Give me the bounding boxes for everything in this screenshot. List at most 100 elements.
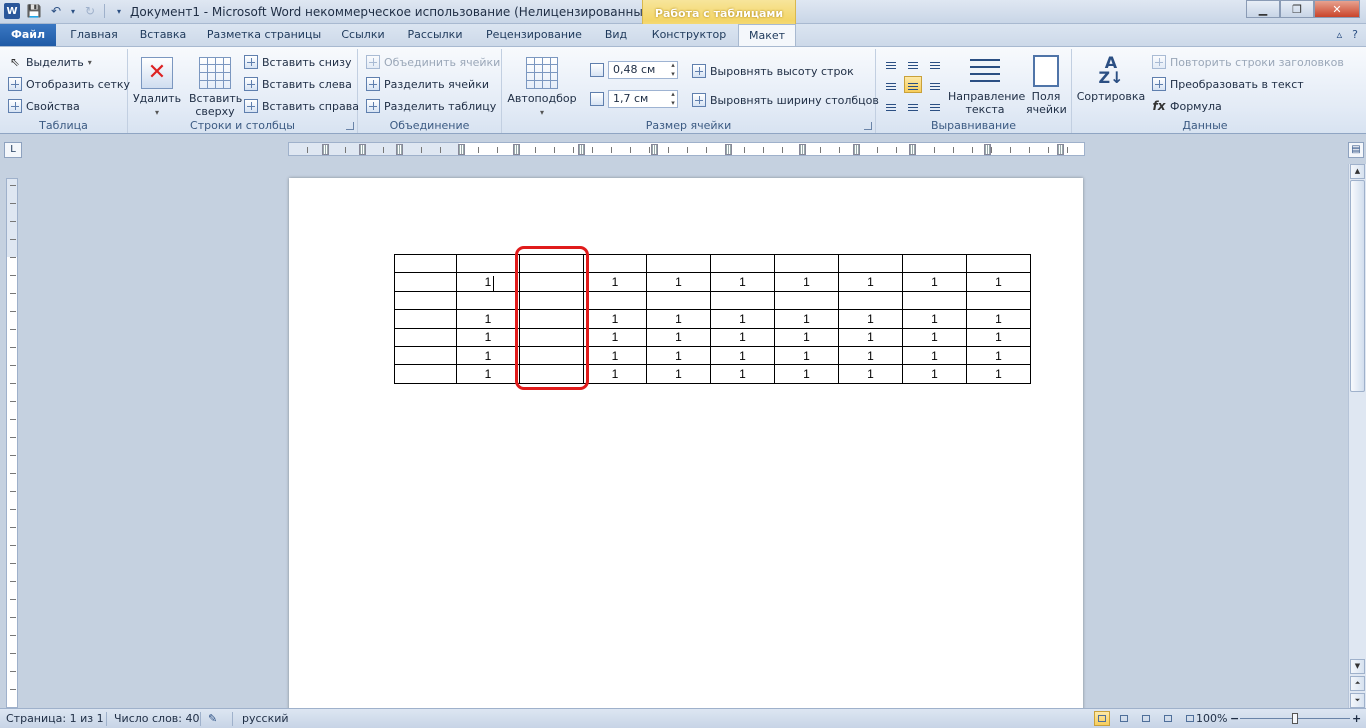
table-cell[interactable] (902, 253, 967, 274)
scroll-down-button[interactable]: ▼ (1350, 659, 1365, 674)
language-status[interactable]: русский (242, 712, 289, 725)
column-marker[interactable] (799, 144, 806, 155)
close-button[interactable]: ✕ (1314, 0, 1360, 18)
autofit-button[interactable]: Автоподбор ▾ (506, 57, 578, 119)
tab-design[interactable]: Конструктор (646, 24, 732, 46)
table-cell[interactable] (838, 253, 903, 274)
table-cell[interactable]: 1 (456, 345, 520, 366)
table-cell[interactable] (394, 272, 457, 292)
align-center-left-button[interactable] (882, 76, 900, 93)
full-screen-reading-view-icon[interactable] (1116, 711, 1132, 726)
table-cell[interactable] (394, 290, 457, 311)
properties-button[interactable]: Свойства (8, 96, 80, 116)
distribute-columns-button[interactable]: Выровнять ширину столбцов (692, 90, 879, 110)
document-page[interactable]: 1111111111111111111111111111111111111111 (289, 178, 1083, 718)
align-bottom-right-button[interactable] (926, 97, 944, 114)
dialog-launcher-icon[interactable] (346, 122, 354, 130)
align-center-button[interactable] (904, 76, 922, 93)
split-cells-button[interactable]: Разделить ячейки (366, 74, 489, 94)
save-icon[interactable]: 💾 (26, 3, 42, 19)
vertical-ruler[interactable] (6, 178, 18, 708)
table-cell[interactable] (394, 253, 457, 274)
table-cell[interactable]: 1 (966, 345, 1031, 366)
zoom-in-button[interactable]: + (1352, 712, 1361, 725)
table-cell[interactable]: 1 (583, 364, 647, 384)
table-cell[interactable] (966, 290, 1031, 311)
column-marker[interactable] (984, 144, 991, 155)
table-cell[interactable]: 1 (583, 309, 647, 329)
table-cell[interactable]: 1 (646, 272, 711, 292)
scroll-up-button[interactable]: ▲ (1350, 164, 1365, 179)
table-cell[interactable]: 1 (456, 309, 520, 329)
outline-view-icon[interactable] (1160, 711, 1176, 726)
table-cell[interactable] (583, 290, 647, 311)
table-cell[interactable]: 1 (583, 272, 647, 292)
tab-page-layout[interactable]: Разметка страницы (200, 24, 328, 46)
table-cell[interactable] (394, 327, 457, 347)
table-cell[interactable] (456, 253, 520, 274)
maximize-button[interactable]: ❐ (1280, 0, 1314, 18)
next-page-button[interactable]: ⏷ (1350, 693, 1365, 708)
table-cell[interactable]: 1 (902, 345, 967, 366)
table-cell[interactable]: 1 (966, 309, 1031, 329)
column-marker[interactable] (396, 144, 403, 155)
table-cell[interactable]: 1 (646, 364, 711, 384)
table-cell[interactable]: 1 (710, 364, 775, 384)
table-cell[interactable]: 1 (710, 345, 775, 366)
column-marker[interactable] (853, 144, 860, 155)
table-cell[interactable]: 1 (966, 327, 1031, 347)
table-cell[interactable]: 1 (456, 272, 520, 292)
column-marker[interactable] (1057, 144, 1064, 155)
vertical-scrollbar[interactable]: ▲ ▼ ⏶ ⏷ (1348, 164, 1366, 708)
table-cell[interactable]: 1 (838, 327, 903, 347)
repeat-header-rows-button[interactable]: Повторить строки заголовков (1152, 52, 1344, 72)
insert-below-button[interactable]: Вставить снизу (244, 52, 352, 72)
row-height-spinner[interactable]: ▴ ▾ (668, 61, 678, 79)
table-cell[interactable]: 1 (710, 309, 775, 329)
formula-button[interactable]: fx Формула (1152, 96, 1222, 116)
table-cell[interactable]: 1 (583, 345, 647, 366)
table-cell[interactable] (583, 253, 647, 274)
insert-right-button[interactable]: Вставить справа (244, 96, 359, 116)
align-bottom-left-button[interactable] (882, 97, 900, 114)
align-top-left-button[interactable] (882, 55, 900, 72)
horizontal-ruler[interactable] (288, 142, 1085, 156)
column-marker[interactable] (322, 144, 329, 155)
table-cell[interactable] (774, 253, 839, 274)
split-table-button[interactable]: Разделить таблицу (366, 96, 496, 116)
merge-cells-button[interactable]: Объединить ячейки (366, 52, 500, 72)
table-cell[interactable] (394, 364, 457, 384)
tab-insert[interactable]: Вставка (132, 24, 194, 46)
view-ruler-icon[interactable]: ▤ (1348, 142, 1364, 158)
table-cell[interactable]: 1 (838, 309, 903, 329)
dialog-launcher-icon[interactable] (864, 122, 872, 130)
table-cell[interactable] (646, 290, 711, 311)
table-cell[interactable]: 1 (646, 345, 711, 366)
column-marker[interactable] (909, 144, 916, 155)
tab-home[interactable]: Главная (62, 24, 126, 46)
table-cell[interactable]: 1 (902, 272, 967, 292)
table-cell[interactable]: 1 (838, 364, 903, 384)
document-table[interactable]: 1111111111111111111111111111111111111111 (394, 253, 1031, 384)
align-bottom-center-button[interactable] (904, 97, 922, 114)
tab-stop-selector[interactable]: L (4, 142, 22, 158)
column-width-spinner[interactable]: ▴ ▾ (668, 90, 678, 108)
undo-icon[interactable]: ↶ (48, 3, 64, 19)
column-marker[interactable] (513, 144, 520, 155)
zoom-out-button[interactable]: − (1230, 712, 1239, 725)
tab-file[interactable]: Файл (0, 24, 56, 46)
show-gridlines-button[interactable]: Отобразить сетку (8, 74, 130, 94)
table-cell[interactable]: 1 (902, 364, 967, 384)
distribute-rows-button[interactable]: Выровнять высоту строк (692, 61, 854, 81)
table-cell[interactable]: 1 (774, 272, 839, 292)
tab-references[interactable]: Ссылки (334, 24, 392, 46)
column-marker[interactable] (578, 144, 585, 155)
zoom-slider-thumb[interactable] (1292, 713, 1298, 724)
table-cell[interactable]: 1 (838, 345, 903, 366)
align-top-right-button[interactable] (926, 55, 944, 72)
table-cell[interactable] (966, 253, 1031, 274)
table-cell[interactable]: 1 (902, 327, 967, 347)
table-cell[interactable]: 1 (456, 327, 520, 347)
redo-icon[interactable]: ↻ (82, 3, 98, 19)
previous-page-button[interactable]: ⏶ (1350, 676, 1365, 691)
